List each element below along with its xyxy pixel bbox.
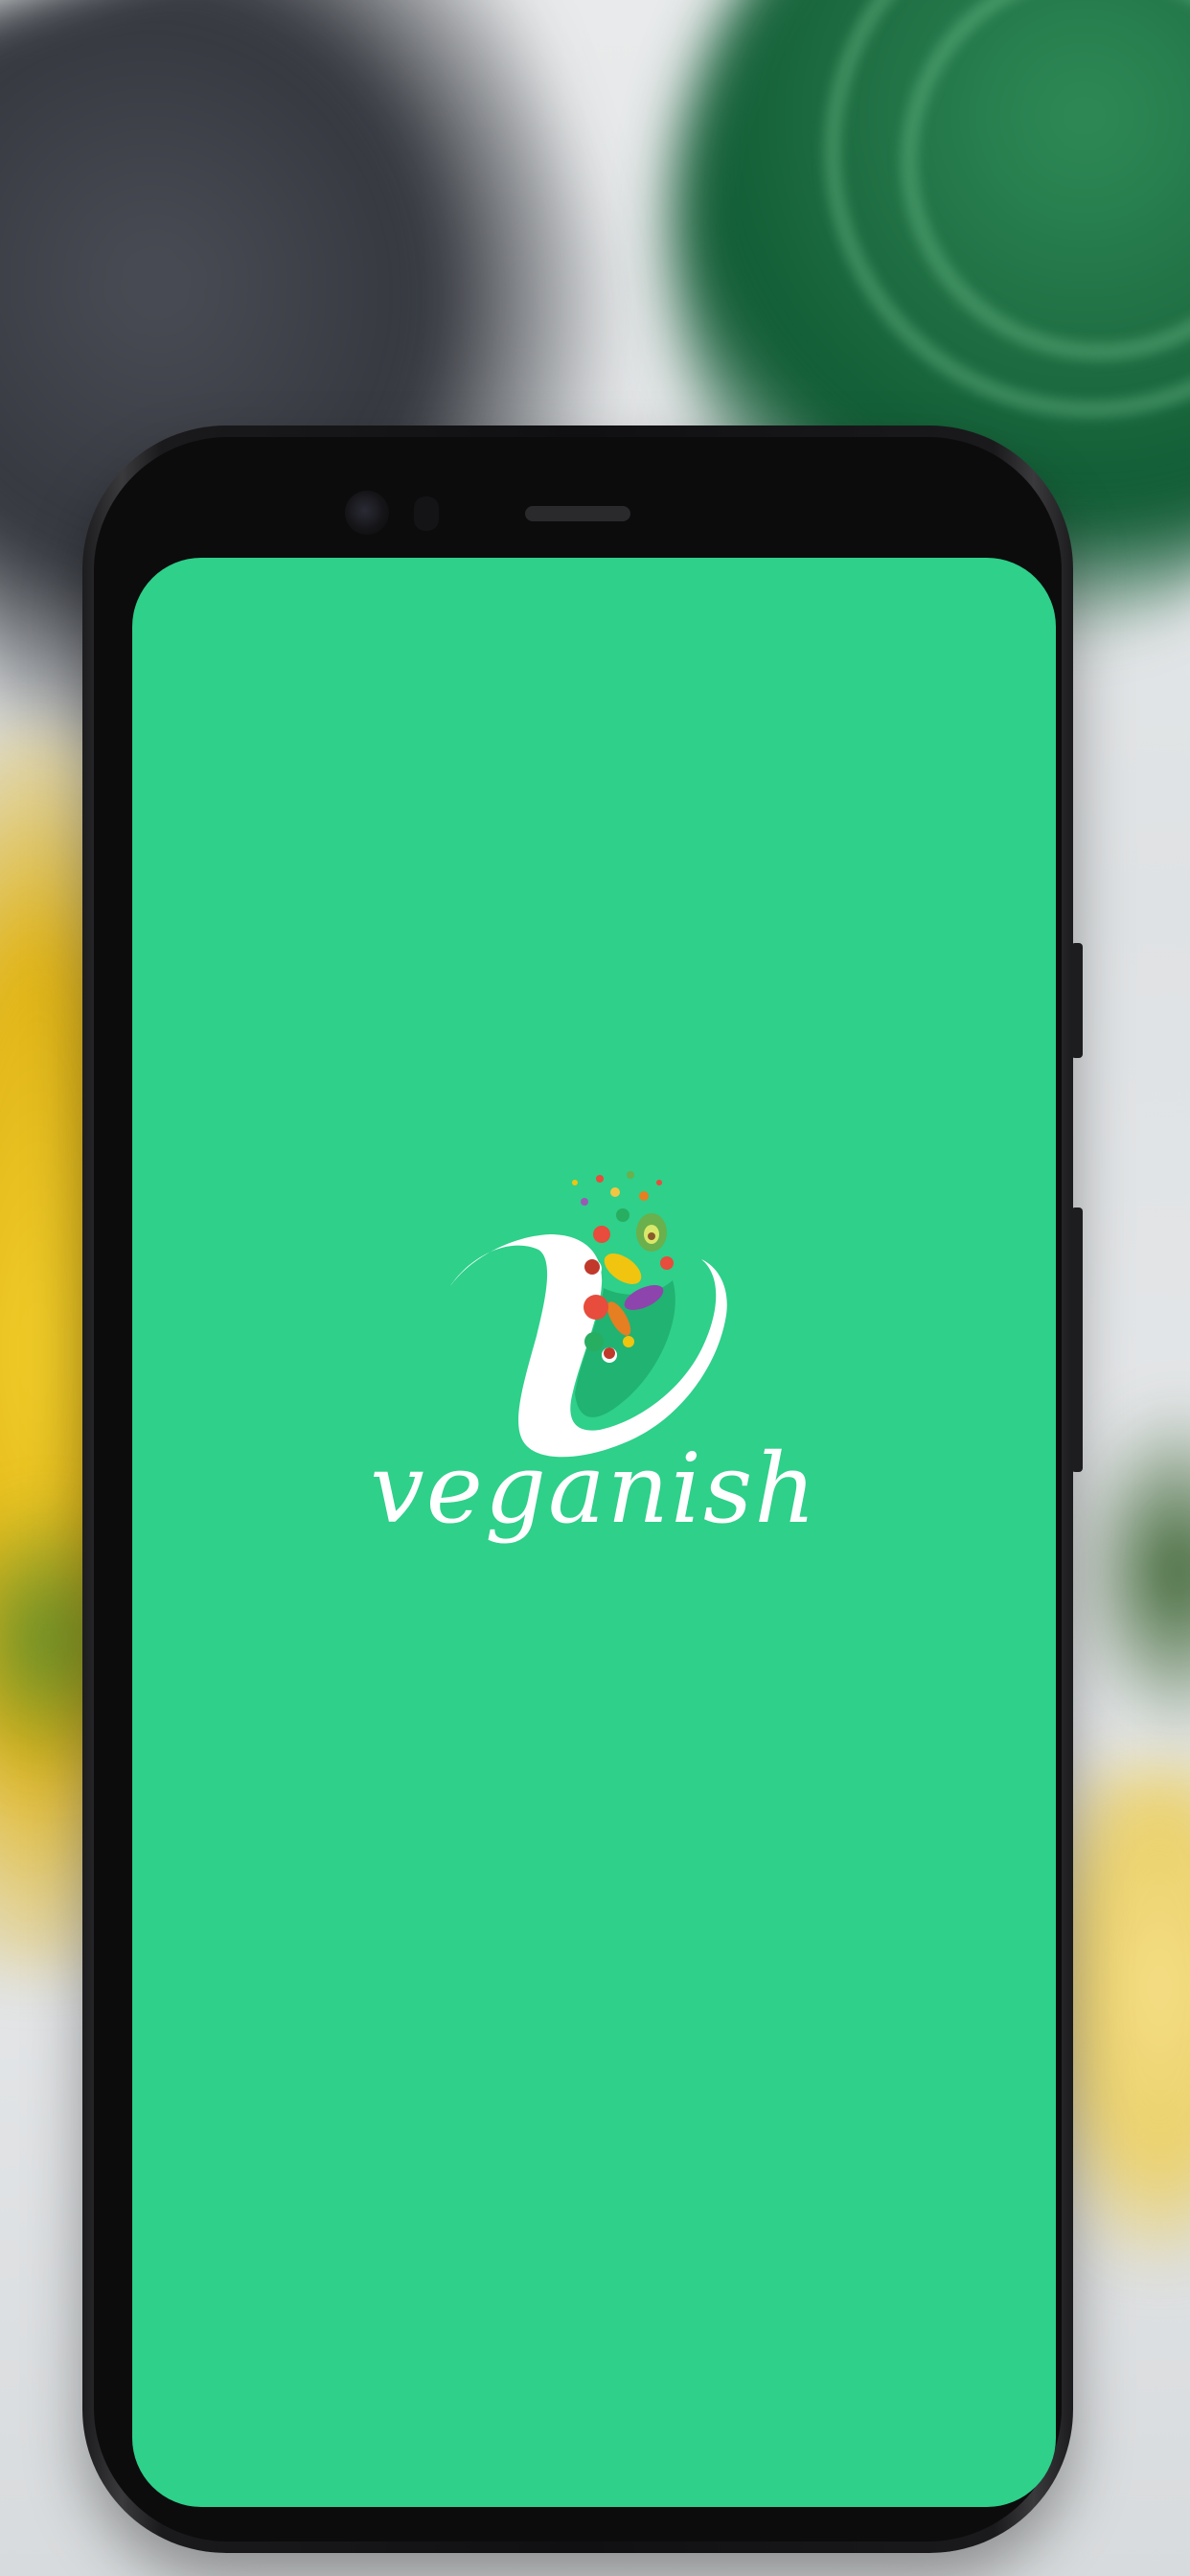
phone-side-button bbox=[1071, 943, 1083, 1058]
front-camera-icon bbox=[345, 491, 389, 535]
herb-backdrop bbox=[1073, 1399, 1190, 1744]
phone-bezel: veganish bbox=[94, 437, 1062, 2542]
phone-device: veganish bbox=[82, 426, 1083, 2553]
phone-volume-button bbox=[1071, 1208, 1083, 1472]
sensor-icon bbox=[414, 496, 439, 531]
earpiece-speaker bbox=[525, 506, 630, 521]
app-brand-name: veganish bbox=[370, 1433, 818, 1545]
splash-screen[interactable]: veganish bbox=[132, 558, 1056, 2507]
